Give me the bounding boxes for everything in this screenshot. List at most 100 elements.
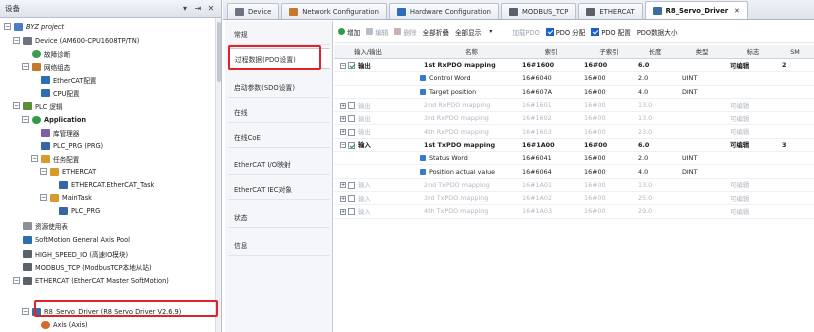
pdo-checkbox[interactable] [348,208,355,216]
editor-tab[interactable]: ETHERCAT [578,3,643,19]
pdo-checkbox[interactable] [348,115,355,123]
pdo-assign-toggle[interactable]: PDO 分配 [545,27,585,37]
row-expand-toggle[interactable]: + [340,195,346,202]
tree-node[interactable]: − 网络组态 [22,60,70,73]
tree-node[interactable]: SoftMotion General Axis Pool [13,233,130,246]
editor-tab[interactable]: R8_Servo_Driver ✕ [644,1,748,19]
tree-node[interactable]: CPU配置 [31,86,80,99]
tree-expand-toggle[interactable]: − [22,63,29,70]
tree-expand-toggle[interactable]: − [13,102,20,109]
editor-tab[interactable]: Network Configuration [281,3,387,19]
section-tab[interactable]: 启动参数(SDO设置) [228,77,330,98]
tree-expand-toggle[interactable]: − [40,194,47,201]
table-row[interactable]: Target position 16#607A 16#00 4.0 DINT [334,86,814,99]
table-row[interactable]: Status Word 16#6041 16#00 2.0 UINT [334,152,814,166]
section-tab[interactable]: 状态 [228,207,330,228]
section-tab[interactable]: EtherCAT I/O映射 [228,154,330,175]
pdo-assign-checkbox[interactable] [545,27,554,36]
tree-node-label: HIGH_SPEED_IO (高速IO模块) [35,250,129,259]
pdo-checkbox[interactable] [348,141,355,149]
close-icon[interactable]: ✕ [206,4,216,13]
pdo-checkbox[interactable] [348,102,355,110]
len-cell: 4.0 [638,167,649,176]
row-expand-toggle[interactable]: + [340,115,346,122]
row-expand-toggle[interactable]: + [340,102,346,109]
pdo-checkbox[interactable] [348,128,355,136]
table-row[interactable]: + 输出 4th RxPDO mapping 16#1603 16#00 23.0 可编辑 [334,125,814,139]
delete-button[interactable]: 删除 [394,27,417,37]
column-header[interactable]: 子索引 [584,47,634,56]
column-header[interactable]: 名称 [424,47,519,56]
dock-icon[interactable]: ⇥ [193,4,203,13]
tree-expand-toggle[interactable]: − [13,277,20,284]
section-tab[interactable]: EtherCAT IEC对象 [228,179,330,200]
table-row[interactable]: + 输出 2nd RxPDO mapping 16#1601 16#00 13.0 可编辑 [334,99,814,113]
section-tab[interactable]: 在线CoE [228,127,330,148]
add-button[interactable]: 增加 [338,27,360,37]
table-row[interactable]: + 输出 3rd RxPDO mapping 16#1602 16#00 13.0 可编辑 [334,112,814,126]
tree-expand-toggle[interactable]: − [22,308,29,315]
tree-node[interactable]: EtherCAT配置 [31,73,97,86]
collapse-all-button[interactable]: 全部折叠 [423,27,449,37]
tree-node[interactable]: − PLC 逻辑 [13,99,63,112]
tree-node[interactable]: − MainTask [40,191,92,204]
table-row[interactable]: Control Word 16#6040 16#00 2.0 UINT [334,72,814,86]
tree-node[interactable]: PLC_PRG [49,204,100,217]
tree-node[interactable]: ETHERCAT.EtherCAT_Task [49,178,154,191]
edit-button[interactable]: 编辑 [366,27,388,37]
tree-node[interactable]: MODBUS_TCP (ModbusTCP本地从站) [13,260,152,273]
row-expand-toggle[interactable]: + [340,208,346,215]
section-tab[interactable]: 信息 [228,235,330,256]
row-expand-toggle[interactable]: + [340,129,346,136]
tree-scrollbar[interactable] [215,18,221,332]
pdo-checkbox[interactable] [348,195,355,203]
editor-tab[interactable]: MODBUS_TCP [500,3,577,19]
column-header[interactable]: 长度 [638,47,672,56]
pdo-config-checkbox[interactable] [591,27,600,36]
pdo-checkbox[interactable] [348,62,355,70]
flag-cell: 可编辑 [730,181,750,190]
row-expand-toggle[interactable]: − [340,62,346,69]
table-row[interactable]: − 输出 1st RxPDO mapping 16#1600 16#00 6.0 可编辑 2 [334,59,814,73]
table-row[interactable]: + 输入 3rd TxPDO mapping 16#1A02 16#00 25.0 可编辑 [334,192,814,206]
column-header[interactable]: 索引 [522,47,580,56]
tree-node[interactable]: − 任务配置 [31,152,79,165]
table-row[interactable]: + 输入 4th TxPDO mapping 16#1A03 16#00 29.0 可编辑 [334,205,814,219]
editor-tab[interactable]: Device [227,3,280,19]
section-tab[interactable]: 在线 [228,102,330,123]
column-header[interactable]: 类型 [682,47,722,56]
tree-node[interactable]: − Application [22,113,86,126]
show-all-dropdown[interactable]: 全部显示 ▾ [455,27,492,37]
table-row[interactable]: + 输入 2nd TxPDO mapping 16#1A01 16#00 13.0 可编辑 [334,179,814,192]
tree-node[interactable]: − ETHERCAT (EtherCAT Master SoftMotion) [13,274,169,287]
section-tab[interactable]: 常规 [228,24,330,45]
tree-node[interactable]: − ETHERCAT [40,165,96,178]
pin-icon[interactable]: ▾ [180,4,190,13]
tree-node[interactable]: 故障诊断 [22,47,70,60]
tree-node[interactable]: 库管理器 [31,126,79,139]
column-header[interactable]: 标志 [730,47,776,56]
tree-node[interactable]: − BYZ project [4,20,64,33]
table-row[interactable]: − 输入 1st TxPDO mapping 16#1A00 16#00 6.0 可编辑 3 [334,139,814,153]
tree-node[interactable]: − Device (AM600-CPU1608TP/TN) [13,34,139,47]
tree-expand-toggle[interactable]: − [31,155,38,162]
load-pdo-button[interactable]: 加载PDO [512,27,539,37]
pdo-checkbox[interactable] [348,181,355,189]
tree-expand-toggle[interactable]: − [40,168,47,175]
row-expand-toggle[interactable]: + [340,182,346,189]
tree-expand-toggle[interactable]: − [22,116,29,123]
tree-expand-toggle[interactable]: − [13,37,20,44]
table-row[interactable]: Position actual value 16#6064 16#00 4.0 DINT [334,165,814,179]
tree-node[interactable]: 资源使用表 [13,219,68,232]
row-expand-toggle[interactable]: − [340,142,346,149]
close-tab-icon[interactable]: ✕ [734,7,740,15]
tree-node[interactable]: PLC_PRG (PRG) [31,139,103,152]
column-header[interactable]: 输入/输出 [340,47,396,56]
pdo-config-toggle[interactable]: PDO 配置 [591,27,631,37]
tree-node[interactable]: Axis (Axis) [31,318,88,331]
editor-tab[interactable]: Hardware Configuration [388,3,499,19]
tree-expand-toggle[interactable]: − [4,23,11,30]
tree-node[interactable]: HIGH_SPEED_IO (高速IO模块) [13,247,128,260]
column-header[interactable]: SM [782,48,808,56]
tree-scrollbar-thumb[interactable] [217,22,221,82]
